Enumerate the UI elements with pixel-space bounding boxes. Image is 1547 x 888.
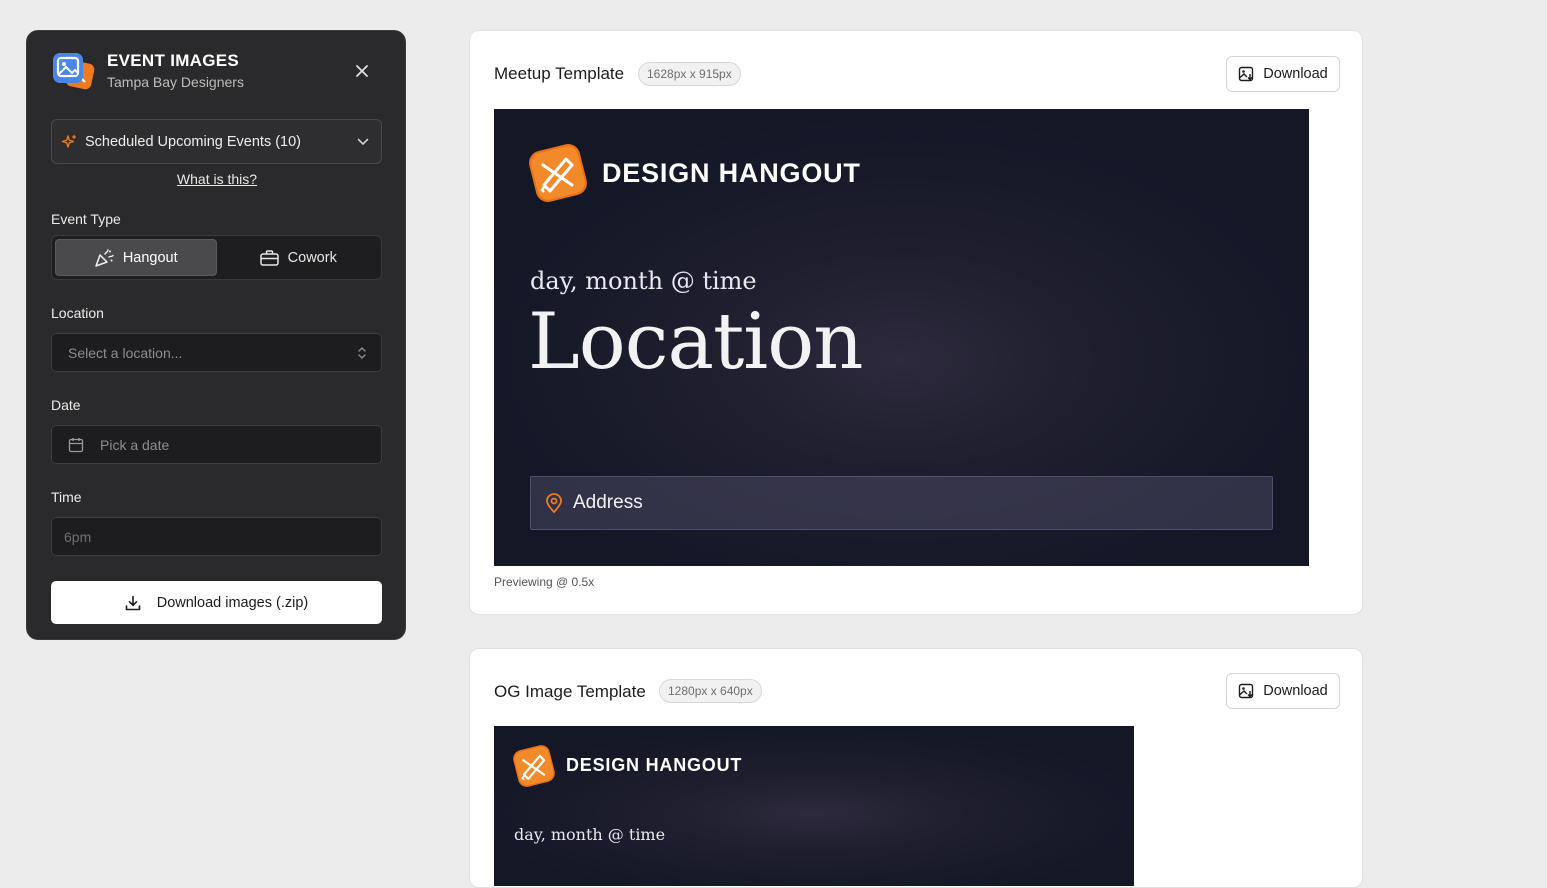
location-select[interactable]: Select a location... <box>51 333 382 372</box>
meetup-location-text: Location <box>528 297 863 387</box>
meetup-template-card: Meetup Template 1628px x 915px Download … <box>469 30 1363 615</box>
og-date-time-text: day, month @ time <box>514 825 666 844</box>
event-type-label: Event Type <box>51 211 121 227</box>
design-hangout-logo <box>511 743 557 794</box>
meetup-download-label: Download <box>1263 66 1328 82</box>
hangout-label: Hangout <box>122 249 178 266</box>
og-image-template-card: OG Image Template 1280px x 640px Downloa… <box>469 648 1363 888</box>
download-zip-label: Download images (.zip) <box>156 594 309 611</box>
date-placeholder: Pick a date <box>100 436 170 453</box>
event-type-cowork[interactable]: Cowork <box>219 239 379 276</box>
meetup-dimensions-badge: 1628px x 915px <box>638 62 741 86</box>
meetup-address-bar: Address <box>530 476 1273 530</box>
meetup-download-button[interactable]: Download <box>1226 56 1340 92</box>
meetup-preview-image: DESIGN HANGOUT day, month @ time Locatio… <box>494 109 1309 566</box>
meetup-template-title: Meetup Template <box>494 64 625 83</box>
what-is-this-link[interactable]: What is this? <box>27 171 407 187</box>
design-hangout-logo <box>526 141 590 210</box>
party-popper-icon <box>95 248 114 267</box>
preview-scale-note: Previewing @ 0.5x <box>494 575 595 589</box>
og-dimensions-badge: 1280px x 640px <box>659 679 762 703</box>
og-download-label: Download <box>1263 683 1328 699</box>
briefcase-icon <box>259 249 279 266</box>
event-type-hangout[interactable]: Hangout <box>55 239 217 276</box>
meetup-address-text: Address <box>573 492 643 513</box>
download-zip-button[interactable]: Download images (.zip) <box>51 581 382 624</box>
meetup-date-time-text: day, month @ time <box>530 267 757 295</box>
download-icon <box>125 595 141 610</box>
og-preview-image: DESIGN HANGOUT day, month @ time <box>494 726 1134 886</box>
scheduled-events-label: Scheduled Upcoming Events (10) <box>85 133 302 150</box>
event-type-toggle: Hangout Cowork <box>51 235 382 280</box>
time-label: Time <box>51 489 82 505</box>
chevrons-up-down-icon <box>358 346 366 359</box>
event-images-panel: EVENT IMAGES Tampa Bay Designers Schedul… <box>26 30 406 640</box>
app-subtitle: Tampa Bay Designers <box>107 74 244 90</box>
image-download-icon <box>1239 66 1254 82</box>
close-icon <box>356 65 368 77</box>
calendar-icon <box>68 437 84 452</box>
map-pin-icon <box>546 493 562 513</box>
scheduled-events-select[interactable]: Scheduled Upcoming Events (10) <box>51 119 382 164</box>
time-input[interactable]: 6pm <box>51 517 382 556</box>
event-images-app-icon <box>51 50 97 92</box>
date-picker[interactable]: Pick a date <box>51 425 382 464</box>
location-placeholder: Select a location... <box>68 344 183 361</box>
sparkles-icon <box>61 134 77 148</box>
image-download-icon <box>1239 683 1254 699</box>
app-title: EVENT IMAGES <box>107 51 240 70</box>
og-template-title: OG Image Template <box>494 682 646 701</box>
meetup-brand-name: DESIGN HANGOUT <box>602 158 861 188</box>
location-label: Location <box>51 305 104 321</box>
og-brand-name: DESIGN HANGOUT <box>566 755 743 775</box>
date-label: Date <box>51 397 81 413</box>
cowork-label: Cowork <box>287 249 337 266</box>
close-button[interactable] <box>350 59 374 83</box>
og-download-button[interactable]: Download <box>1226 673 1340 709</box>
chevron-down-icon <box>357 138 369 145</box>
time-placeholder: 6pm <box>64 528 92 545</box>
